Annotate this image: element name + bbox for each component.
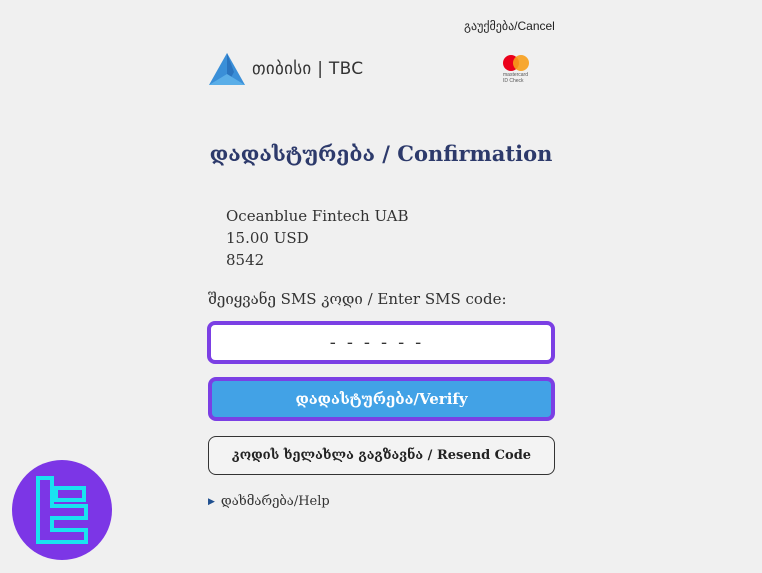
card-last-digits: 8542 [226,251,265,269]
bank-name: თიბისი | TBC [252,59,364,79]
id-check-text: ID Check [503,78,524,84]
tradingfinder-logo [12,460,112,560]
transaction-amount: 15.00 USD [226,229,309,247]
verify-button[interactable]: დადასტურება/Verify [208,377,555,421]
merchant-name: Oceanblue Fintech UAB [226,207,409,225]
help-label: დახმარება/Help [220,494,330,509]
sms-code-label: შეიყვანე SMS კოდი / Enter SMS code: [208,290,507,308]
mastercard-logo: mastercard ID Check [500,54,536,88]
transaction-info: Oceanblue Fintech UAB 15.00 USD 8542 [226,205,409,271]
payment-confirmation-page: გაუქმება/Cancel თიბისი | TBC mastercard … [0,0,762,573]
triangle-right-icon: ▶ [208,496,215,507]
mastercard-circles-icon [500,54,536,72]
bank-logo: თიბისი | TBC [208,52,363,86]
cancel-link[interactable]: გაუქმება/Cancel [464,19,555,33]
help-toggle[interactable]: ▶ დახმარება/Help [208,494,330,509]
sms-code-input[interactable] [207,321,555,364]
tbc-triangle-logo-icon [209,53,245,85]
tradingfinder-logo-icon [36,476,88,544]
resend-code-button[interactable]: კოდის ხელახლა გაგზავნა / Resend Code [208,436,555,475]
page-title: დადასტურება / Confirmation [209,141,553,166]
